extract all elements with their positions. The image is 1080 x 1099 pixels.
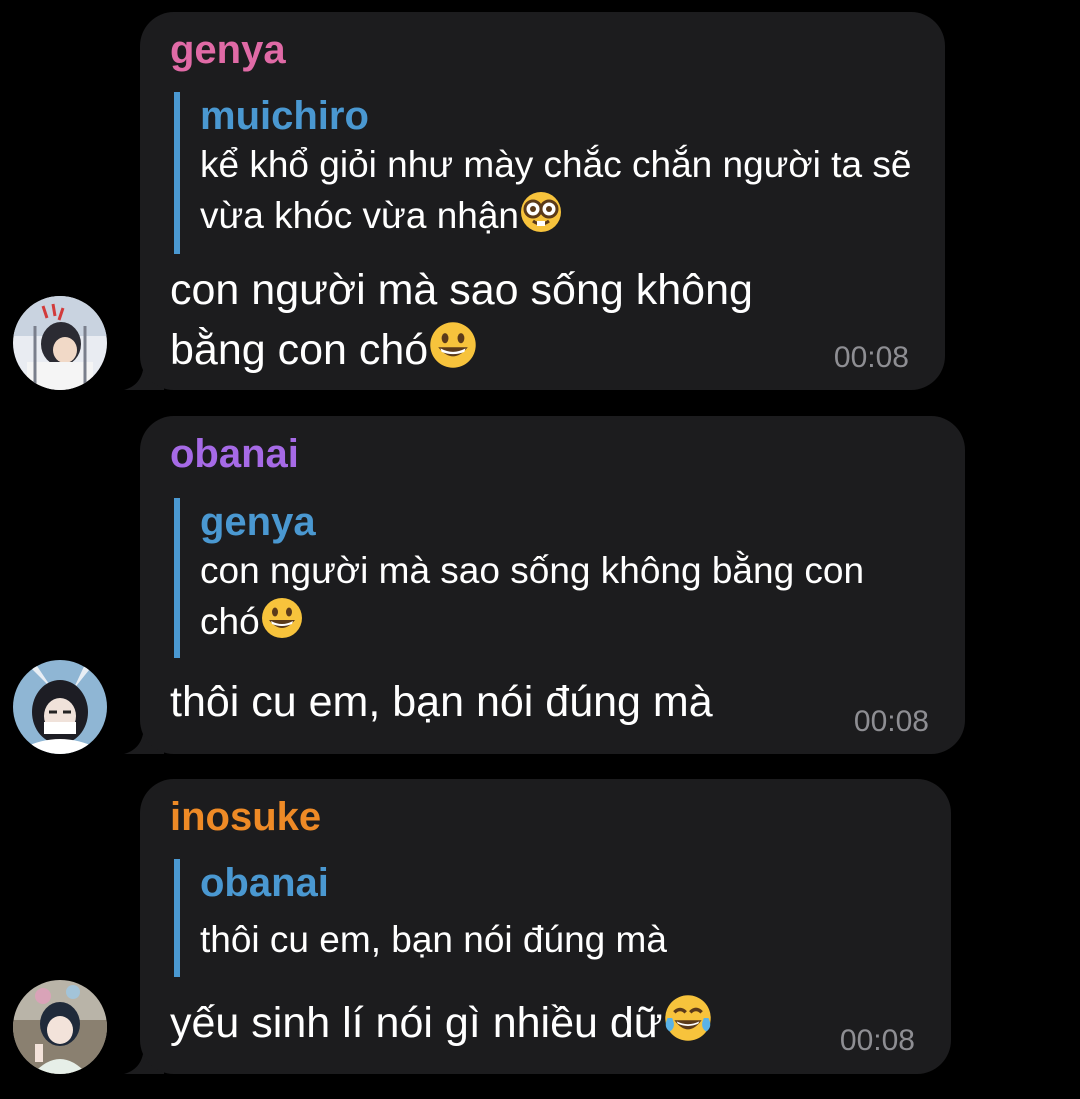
- timestamp: 00:08: [839, 1024, 915, 1057]
- avatar-genya-icon: [13, 296, 107, 390]
- reply-author: muichiro: [200, 94, 369, 138]
- reply-quote[interactable]: obanai thôi cu em, bạn nói đúng mà: [174, 859, 900, 977]
- reply-text-wrap: con người mà sao sống không bằng con chó: [200, 546, 920, 647]
- reply-quote[interactable]: genya con người mà sao sống không bằng c…: [174, 498, 900, 658]
- reply-text-wrap: kể khổ giỏi như mày chắc chắn người ta s…: [200, 140, 920, 241]
- reply-author: genya: [200, 500, 316, 544]
- reply-quote[interactable]: muichiro kể khổ giỏi như mày chắc chắn n…: [174, 92, 911, 254]
- sender-name[interactable]: genya: [170, 26, 286, 74]
- grinning-face-emoji: [260, 596, 304, 640]
- sender-name[interactable]: inosuke: [170, 793, 321, 841]
- nerd-face-emoji: [519, 190, 563, 234]
- message-bubble[interactable]: obanai genya con người mà sao sống không…: [140, 416, 965, 754]
- tears-of-joy-emoji: [663, 993, 713, 1043]
- timestamp: 00:08: [833, 341, 909, 374]
- message-text: thôi cu em, bạn nói đúng mà: [170, 678, 713, 726]
- sender-name[interactable]: obanai: [170, 430, 299, 478]
- message-text-wrap: yếu sinh lí nói gì nhiều dữ: [170, 993, 830, 1053]
- message-text-wrap: con người mà sao sống không bằng con chó: [170, 260, 850, 380]
- grinning-face-emoji: [428, 320, 478, 370]
- avatar-inosuke[interactable]: [13, 980, 107, 1074]
- reply-author: obanai: [200, 861, 329, 905]
- timestamp: 00:08: [853, 705, 929, 738]
- reply-text: thôi cu em, bạn nói đúng mà: [200, 919, 667, 960]
- message-bubble[interactable]: inosuke obanai thôi cu em, bạn nói đúng …: [140, 779, 951, 1074]
- message-text: yếu sinh lí nói gì nhiều dữ: [170, 999, 663, 1047]
- avatar-obanai[interactable]: [13, 660, 107, 754]
- avatar-genya[interactable]: [13, 296, 107, 390]
- message-bubble[interactable]: genya muichiro kể khổ giỏi như mày chắc …: [140, 12, 945, 390]
- avatar-obanai-icon: [13, 660, 107, 754]
- avatar-inosuke-icon: [13, 980, 107, 1074]
